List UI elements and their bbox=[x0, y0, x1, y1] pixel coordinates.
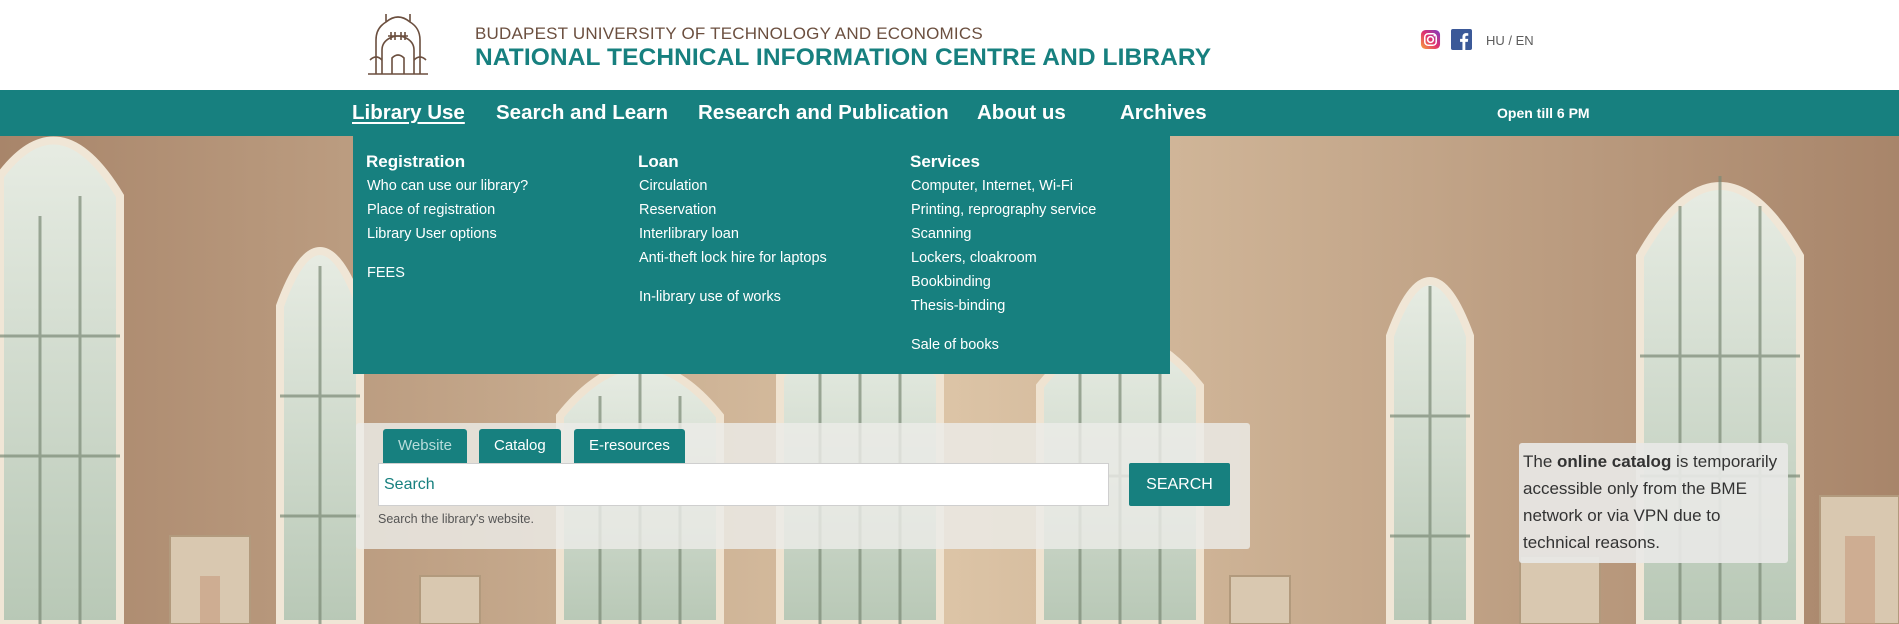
facebook-icon[interactable] bbox=[1451, 29, 1472, 50]
catalog-notice: The online catalog is temporarily access… bbox=[1519, 443, 1788, 563]
mega-link-thesis-binding[interactable]: Thesis-binding bbox=[911, 294, 1096, 318]
mega-link-who-can-use[interactable]: Who can use our library? bbox=[367, 174, 528, 198]
mega-heading-registration[interactable]: Registration bbox=[366, 150, 528, 174]
mega-link-place-of-registration[interactable]: Place of registration bbox=[367, 198, 528, 222]
notice-prefix: The bbox=[1523, 452, 1558, 471]
notice-online-catalog[interactable]: online catalog bbox=[1557, 452, 1671, 471]
search-hint: Search the library's website. bbox=[378, 512, 534, 526]
language-switcher[interactable]: HU / EN bbox=[1486, 33, 1534, 48]
main-navigation: Library Use Search and Learn Research an… bbox=[0, 90, 1899, 136]
mega-link-scanning[interactable]: Scanning bbox=[911, 222, 1096, 246]
mega-link-lockers[interactable]: Lockers, cloakroom bbox=[911, 246, 1096, 270]
social-links bbox=[1420, 29, 1472, 50]
mega-column-services: Services Computer, Internet, Wi-Fi Print… bbox=[910, 150, 1096, 357]
mega-link-printing[interactable]: Printing, reprography service bbox=[911, 198, 1096, 222]
mega-link-interlibrary-loan[interactable]: Interlibrary loan bbox=[639, 222, 827, 246]
tab-e-resources[interactable]: E-resources bbox=[574, 429, 685, 463]
search-panel: Website Catalog E-resources SEARCH Searc… bbox=[356, 423, 1250, 549]
mega-spacer bbox=[639, 270, 827, 285]
mega-link-computer-internet[interactable]: Computer, Internet, Wi-Fi bbox=[911, 174, 1096, 198]
mega-link-reservation[interactable]: Reservation bbox=[639, 198, 827, 222]
mega-link-anti-theft-lock[interactable]: Anti-theft lock hire for laptops bbox=[639, 246, 827, 270]
search-input[interactable] bbox=[378, 463, 1109, 506]
site-header: BUDAPEST UNIVERSITY OF TECHNOLOGY AND EC… bbox=[0, 0, 1899, 90]
opening-hours: Open till 6 PM bbox=[1497, 105, 1590, 121]
mega-spacer bbox=[367, 246, 528, 261]
mega-link-circulation[interactable]: Circulation bbox=[639, 174, 827, 198]
university-name: BUDAPEST UNIVERSITY OF TECHNOLOGY AND EC… bbox=[475, 24, 983, 43]
mega-heading-services[interactable]: Services bbox=[910, 150, 1096, 174]
library-use-mega-menu: Registration Who can use our library? Pl… bbox=[353, 136, 1170, 374]
mega-column-loan: Loan Circulation Reservation Interlibrar… bbox=[638, 150, 827, 309]
nav-archives[interactable]: Archives bbox=[1120, 90, 1207, 136]
tab-catalog[interactable]: Catalog bbox=[479, 429, 561, 463]
library-logo-icon[interactable] bbox=[362, 10, 434, 78]
mega-link-library-user-options[interactable]: Library User options bbox=[367, 222, 528, 246]
library-name[interactable]: NATIONAL TECHNICAL INFORMATION CENTRE AN… bbox=[475, 44, 1211, 72]
mega-link-fees[interactable]: FEES bbox=[367, 261, 528, 285]
nav-library-use[interactable]: Library Use bbox=[352, 90, 465, 136]
mega-link-sale-of-books[interactable]: Sale of books bbox=[911, 333, 1096, 357]
mega-spacer bbox=[911, 318, 1096, 333]
search-button[interactable]: SEARCH bbox=[1129, 463, 1230, 506]
nav-search-and-learn[interactable]: Search and Learn bbox=[496, 90, 668, 136]
mega-link-bookbinding[interactable]: Bookbinding bbox=[911, 270, 1096, 294]
mega-column-registration: Registration Who can use our library? Pl… bbox=[366, 150, 528, 285]
mega-heading-loan[interactable]: Loan bbox=[638, 150, 827, 174]
instagram-icon[interactable] bbox=[1420, 29, 1441, 50]
nav-research-and-publication[interactable]: Research and Publication bbox=[698, 90, 949, 136]
tab-website[interactable]: Website bbox=[383, 429, 467, 463]
mega-link-in-library-use[interactable]: In-library use of works bbox=[639, 285, 827, 309]
nav-about-us[interactable]: About us bbox=[977, 90, 1066, 136]
